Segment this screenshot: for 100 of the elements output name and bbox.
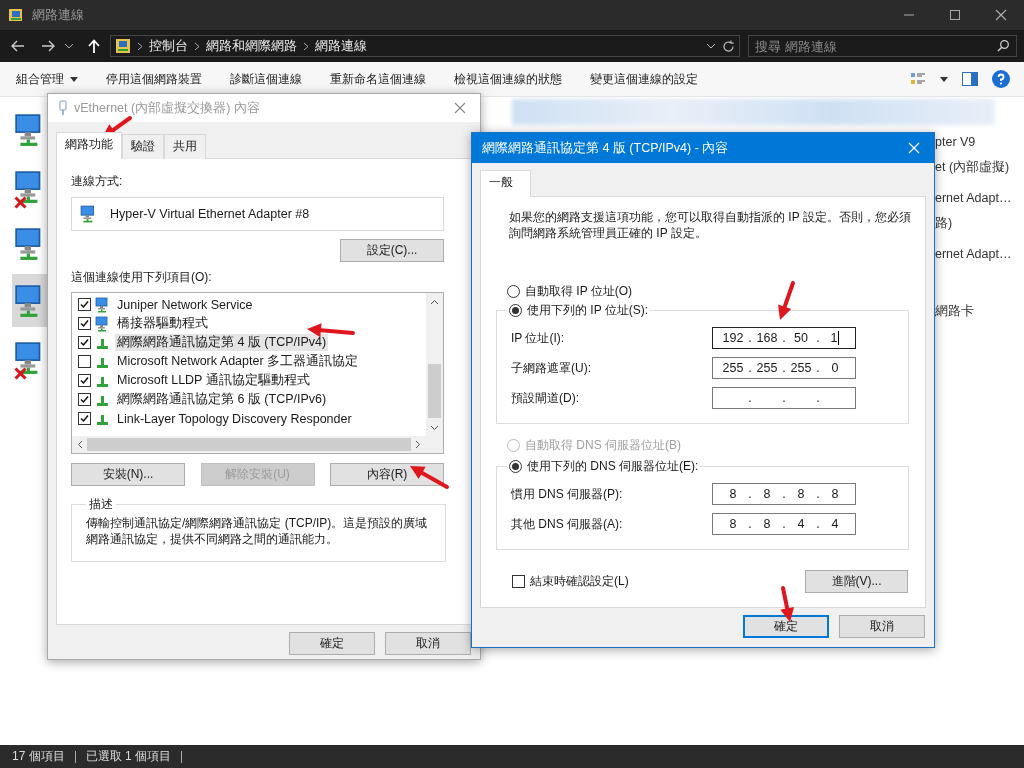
connection-name: 網路卡 [935,303,975,320]
horizontal-scrollbar[interactable] [72,436,443,453]
scroll-up-icon[interactable] [430,299,439,305]
checkbox[interactable] [78,298,91,311]
control-panel-icon [115,38,131,54]
up-arrow-icon[interactable] [88,39,100,53]
network-folder-icon [8,7,24,23]
help-icon[interactable] [992,70,1010,88]
field-label: IP 位址(I): [511,329,566,347]
tab[interactable]: 一般 [480,170,531,197]
description-text: 傳輸控制通訊協定/網際網路通訊協定 (TCP/IP)。這是預設的廣域網路通訊協定，提供不同網路之間的通訊能力。 [86,515,429,547]
caret-icon[interactable] [940,76,948,82]
search-field[interactable]: 搜尋 網路連線 [749,38,997,54]
chevron-down-icon[interactable] [65,43,73,49]
ip-address-field[interactable]: 255 . 255 . 255 . 0 [712,357,856,379]
scroll-right-icon[interactable] [415,440,421,449]
annotation-arrow [410,466,449,489]
status-text: 17 個項目 [12,748,65,765]
tab[interactable]: 驗證 [122,134,164,159]
action-button[interactable]: 安裝(N)... [71,463,185,486]
connection-item[interactable] [12,274,50,327]
command-button[interactable]: 組合管理 [6,66,88,92]
caret-icon [70,76,78,82]
back-arrow-icon[interactable] [11,40,25,52]
refresh-icon[interactable] [722,39,735,53]
ip-address-field[interactable]: 8 . 8 . 4 . 4 [712,513,856,535]
ip-address-field[interactable]: 8 . 8 . 8 . 8 [712,483,856,505]
forward-arrow-icon[interactable] [41,40,55,52]
tab[interactable]: 網路功能 [56,132,122,159]
address-bar[interactable]: 控制台 網路和網際網路 網路連線 [110,35,740,57]
chevron-icon [194,41,200,51]
scroll-left-icon[interactable] [77,440,83,449]
checkbox[interactable] [512,575,525,588]
checkbox[interactable] [78,393,91,406]
annotation-arrow [780,586,795,622]
radio-button[interactable] [507,285,520,298]
status-text: 已選取 1 個項目 [85,748,172,765]
list-item[interactable]: Juniper Network Service [115,297,255,312]
checkbox[interactable] [78,374,91,387]
list-item[interactable]: 網際網路通訊協定第 6 版 (TCP/IPv6) [115,391,329,408]
connection-name: et (內部虛擬) [935,159,1011,176]
dialog-title: vEthernet (內部虛擬交換器) 內容 [74,99,261,117]
section-label: 連線方式: [71,173,124,190]
close-icon[interactable] [995,9,1007,21]
view-options-icon[interactable] [910,71,926,87]
section-label: 這個連線使用下列項目(O): [71,269,213,286]
tab[interactable]: 共用 [164,134,206,159]
dialog-button[interactable]: 確定 [289,632,375,655]
action-button[interactable]: 內容(R) [330,463,444,486]
dialog-button[interactable]: 確定 [743,615,829,638]
network-adapter-icon [58,100,68,116]
group-title: 描述 [88,496,114,513]
radio-label: 使用下列的 DNS 伺服器位址(E): [527,458,699,475]
scroll-down-icon[interactable] [430,425,439,431]
ip-address-field[interactable]: . . . [712,387,856,409]
dropdown-icon[interactable] [706,43,716,49]
network-monitor-icon [95,296,111,313]
ip-address-field[interactable]: 192 . 168 . 50 . 1 [712,327,856,349]
chevron-icon [303,41,309,51]
dialog-button[interactable]: 取消 [385,632,471,655]
checkbox[interactable] [78,336,91,349]
chevron-icon [137,41,143,51]
search-icon[interactable] [997,40,1009,52]
command-button[interactable]: 重新命名這個連線 [320,66,436,92]
breadcrumb[interactable]: 網路連線 [315,37,367,55]
radio-button[interactable] [509,460,522,473]
list-item[interactable]: Link-Layer Topology Discovery Responder [115,411,354,426]
dialog-title: 網際網路通訊協定第 4 版 (TCP/IPv4) - 內容 [482,139,730,157]
connection-name: pter V9 [935,135,977,149]
annotation-arrow [307,323,355,338]
adapter-name: Hyper-V Virtual Ethernet Adapter #8 [110,207,310,221]
breadcrumb[interactable]: 網路和網際網路 [206,37,297,55]
preview-pane-icon[interactable] [962,72,978,86]
checkbox[interactable] [78,355,91,368]
checkbox[interactable] [78,317,91,330]
field-label: 子網路遮罩(U): [511,359,592,377]
list-item[interactable]: Microsoft Network Adapter 多工器通訊協定 [115,353,361,370]
vertical-scrollbar[interactable] [426,293,443,436]
checkbox-label: 結束時確認設定(L) [530,573,629,590]
radio-button[interactable] [509,304,522,317]
checkbox[interactable] [78,412,91,425]
search-box[interactable]: 搜尋 網路連線 [748,35,1017,57]
command-button[interactable]: 診斷這個連線 [220,66,312,92]
radio-label: 自動取得 DNS 伺服器位址(B) [525,437,681,454]
advanced-button[interactable]: 進階(V)... [805,570,908,593]
dialog-button[interactable]: 取消 [839,615,925,638]
command-button[interactable]: 檢視這個連線的狀態 [444,66,572,92]
list-item[interactable]: Microsoft LLDP 通訊協定驅動程式 [115,372,312,389]
maximize-icon[interactable] [950,10,960,20]
list-item[interactable]: 網際網路通訊協定第 4 版 (TCP/IPv4) [115,334,329,351]
connection-name: 路) [935,215,954,232]
command-button[interactable]: 變更這個連線的設定 [580,66,708,92]
components-list[interactable]: Juniper Network Service 橋接器驅動程式 網際網路通訊協定第 4 版 (TCP/IPv4) Microsoft Network Adapter 多工器通訊協定 Microsoft LLDP 通訊協定驅動程式 網際網路通訊協定第 6 版 (TCP/IPv6) Link-Layer Topology Discovery Responder [71,292,444,454]
connection-name: ernet Adapt… [935,247,1012,261]
configure-button[interactable]: 設定(C)... [340,239,444,262]
command-button[interactable]: 停用這個網路裝置 [96,66,212,92]
window-title: 網路連線 [32,6,85,24]
breadcrumb[interactable]: 控制台 [149,37,188,55]
list-item[interactable]: 橋接器驅動程式 [115,315,210,332]
field-label: 慣用 DNS 伺服器(P): [511,485,624,503]
